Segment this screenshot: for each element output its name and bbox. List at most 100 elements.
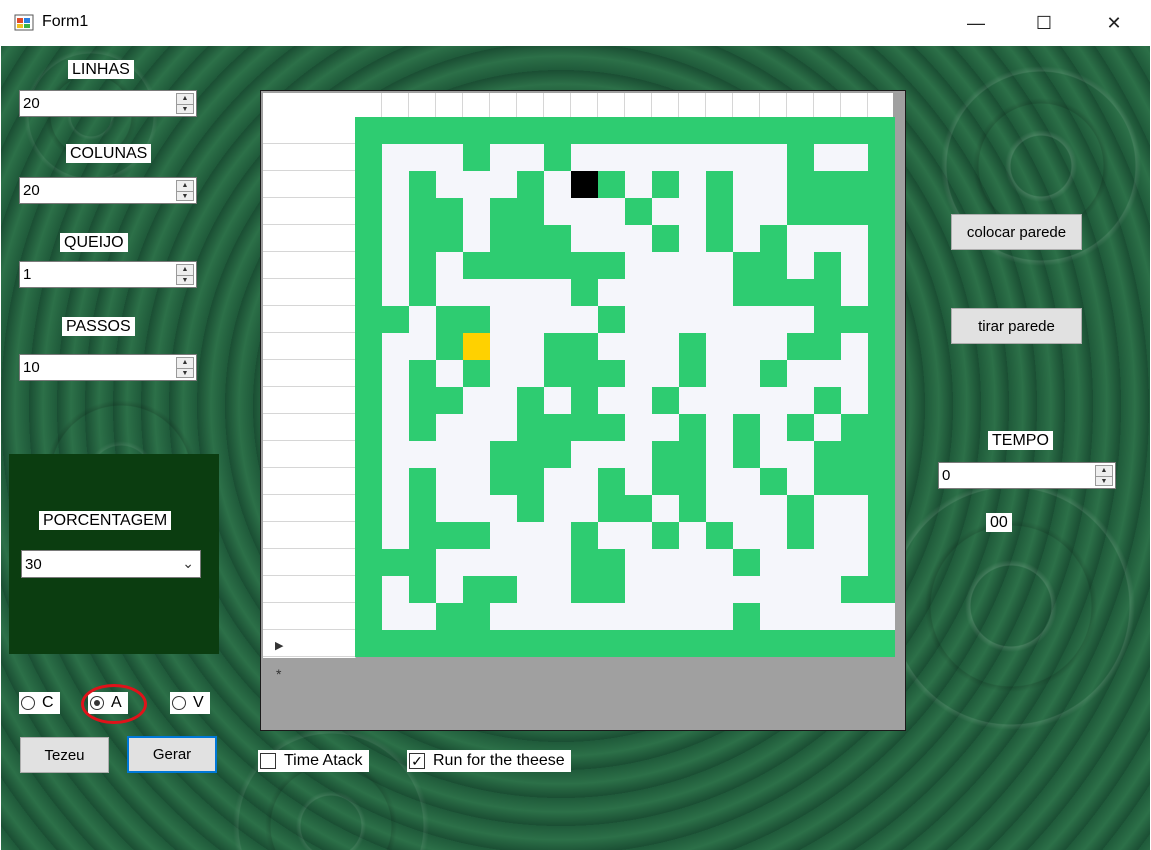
maze-wall-cell[interactable] [814,333,841,360]
maze-floor-cell[interactable] [760,549,787,576]
maze-floor-cell[interactable] [841,252,868,279]
maze-floor-cell[interactable] [544,198,571,225]
radio-v-circle[interactable] [172,696,186,710]
maze-wall-cell[interactable] [355,144,382,171]
maze-wall-cell[interactable] [652,387,679,414]
maze-wall-cell[interactable] [517,198,544,225]
maze-floor-cell[interactable] [598,387,625,414]
maze-floor-cell[interactable] [598,279,625,306]
maze-floor-cell[interactable] [652,414,679,441]
maze-wall-cell[interactable] [814,198,841,225]
maze-floor-cell[interactable] [679,279,706,306]
maze-wall-cell[interactable] [355,414,382,441]
maze-floor-cell[interactable] [733,333,760,360]
maze-floor-cell[interactable] [706,549,733,576]
maze-wall-cell[interactable] [463,630,490,657]
maze-floor-cell[interactable] [652,252,679,279]
maze-floor-cell[interactable] [436,279,463,306]
maze-wall-cell[interactable] [544,117,571,144]
maze-wall-cell[interactable] [571,576,598,603]
maze-floor-cell[interactable] [382,495,409,522]
maze-floor-cell[interactable] [679,387,706,414]
maze-floor-cell[interactable] [733,360,760,387]
maze-floor-cell[interactable] [814,144,841,171]
maze-floor-cell[interactable] [733,468,760,495]
maze-wall-cell[interactable] [841,171,868,198]
spin-down-icon[interactable]: ▼ [177,368,193,378]
maze-floor-cell[interactable] [436,414,463,441]
maze-wall-cell[interactable] [517,468,544,495]
maze-floor-cell[interactable] [517,279,544,306]
maze-wall-cell[interactable] [841,306,868,333]
maze-wall-cell[interactable] [814,306,841,333]
maze-wall-cell[interactable] [868,630,895,657]
colunas-spinner[interactable]: ▲ ▼ [176,180,194,201]
queijo-value[interactable]: 1 [23,266,31,283]
maze-wall-cell[interactable] [517,414,544,441]
maze-wall-cell[interactable] [571,414,598,441]
rat-cell[interactable] [571,171,598,198]
maze-floor-cell[interactable] [436,549,463,576]
maze-wall-cell[interactable] [409,387,436,414]
maze-floor-cell[interactable] [625,441,652,468]
maze-wall-cell[interactable] [571,333,598,360]
maze-floor-cell[interactable] [463,279,490,306]
maze-wall-cell[interactable] [733,414,760,441]
linhas-value[interactable]: 20 [23,95,40,112]
maze-wall-cell[interactable] [409,630,436,657]
maze-floor-cell[interactable] [436,144,463,171]
maze-wall-cell[interactable] [679,495,706,522]
maze-wall-cell[interactable] [517,441,544,468]
maze-wall-cell[interactable] [733,279,760,306]
maze-wall-cell[interactable] [841,468,868,495]
maze-floor-cell[interactable] [760,414,787,441]
maze-wall-cell[interactable] [760,630,787,657]
maze-wall-cell[interactable] [868,495,895,522]
maze-floor-cell[interactable] [544,468,571,495]
maze-floor-cell[interactable] [814,225,841,252]
maze-floor-cell[interactable] [382,225,409,252]
maze-floor-cell[interactable] [436,576,463,603]
maze-floor-cell[interactable] [733,144,760,171]
maze-wall-cell[interactable] [490,252,517,279]
maze-wall-cell[interactable] [490,198,517,225]
maze-wall-cell[interactable] [463,360,490,387]
maze-floor-cell[interactable] [598,441,625,468]
spin-up-icon[interactable]: ▲ [177,181,193,191]
maze-wall-cell[interactable] [355,198,382,225]
spin-down-icon[interactable]: ▼ [177,275,193,285]
maze-wall-cell[interactable] [787,171,814,198]
maze-floor-cell[interactable] [760,306,787,333]
maze-floor-cell[interactable] [814,549,841,576]
maze-wall-cell[interactable] [355,171,382,198]
linhas-spinner[interactable]: ▲ ▼ [176,93,194,114]
maze-wall-cell[interactable] [841,198,868,225]
maze-wall-cell[interactable] [490,117,517,144]
maze-floor-cell[interactable] [436,252,463,279]
maze-floor-cell[interactable] [787,576,814,603]
maze-wall-cell[interactable] [868,468,895,495]
maze-floor-cell[interactable] [733,198,760,225]
maze-floor-cell[interactable] [841,522,868,549]
maze-wall-cell[interactable] [733,117,760,144]
maze-floor-cell[interactable] [814,414,841,441]
maze-floor-cell[interactable] [652,279,679,306]
maze-wall-cell[interactable] [490,630,517,657]
maze-wall-cell[interactable] [409,279,436,306]
maze-floor-cell[interactable] [625,144,652,171]
maze-wall-cell[interactable] [706,522,733,549]
maze-wall-cell[interactable] [760,225,787,252]
maze-floor-cell[interactable] [463,441,490,468]
maze-wall-cell[interactable] [706,171,733,198]
maze-floor-cell[interactable] [652,306,679,333]
maze-wall-cell[interactable] [544,144,571,171]
row-headers[interactable]: ▶ * [263,117,356,682]
maze-wall-cell[interactable] [679,468,706,495]
maze-wall-cell[interactable] [760,360,787,387]
maze-wall-cell[interactable] [760,252,787,279]
maze-floor-cell[interactable] [571,603,598,630]
maze-floor-cell[interactable] [706,603,733,630]
maze-floor-cell[interactable] [733,522,760,549]
maze-floor-cell[interactable] [706,576,733,603]
maze-floor-cell[interactable] [463,387,490,414]
